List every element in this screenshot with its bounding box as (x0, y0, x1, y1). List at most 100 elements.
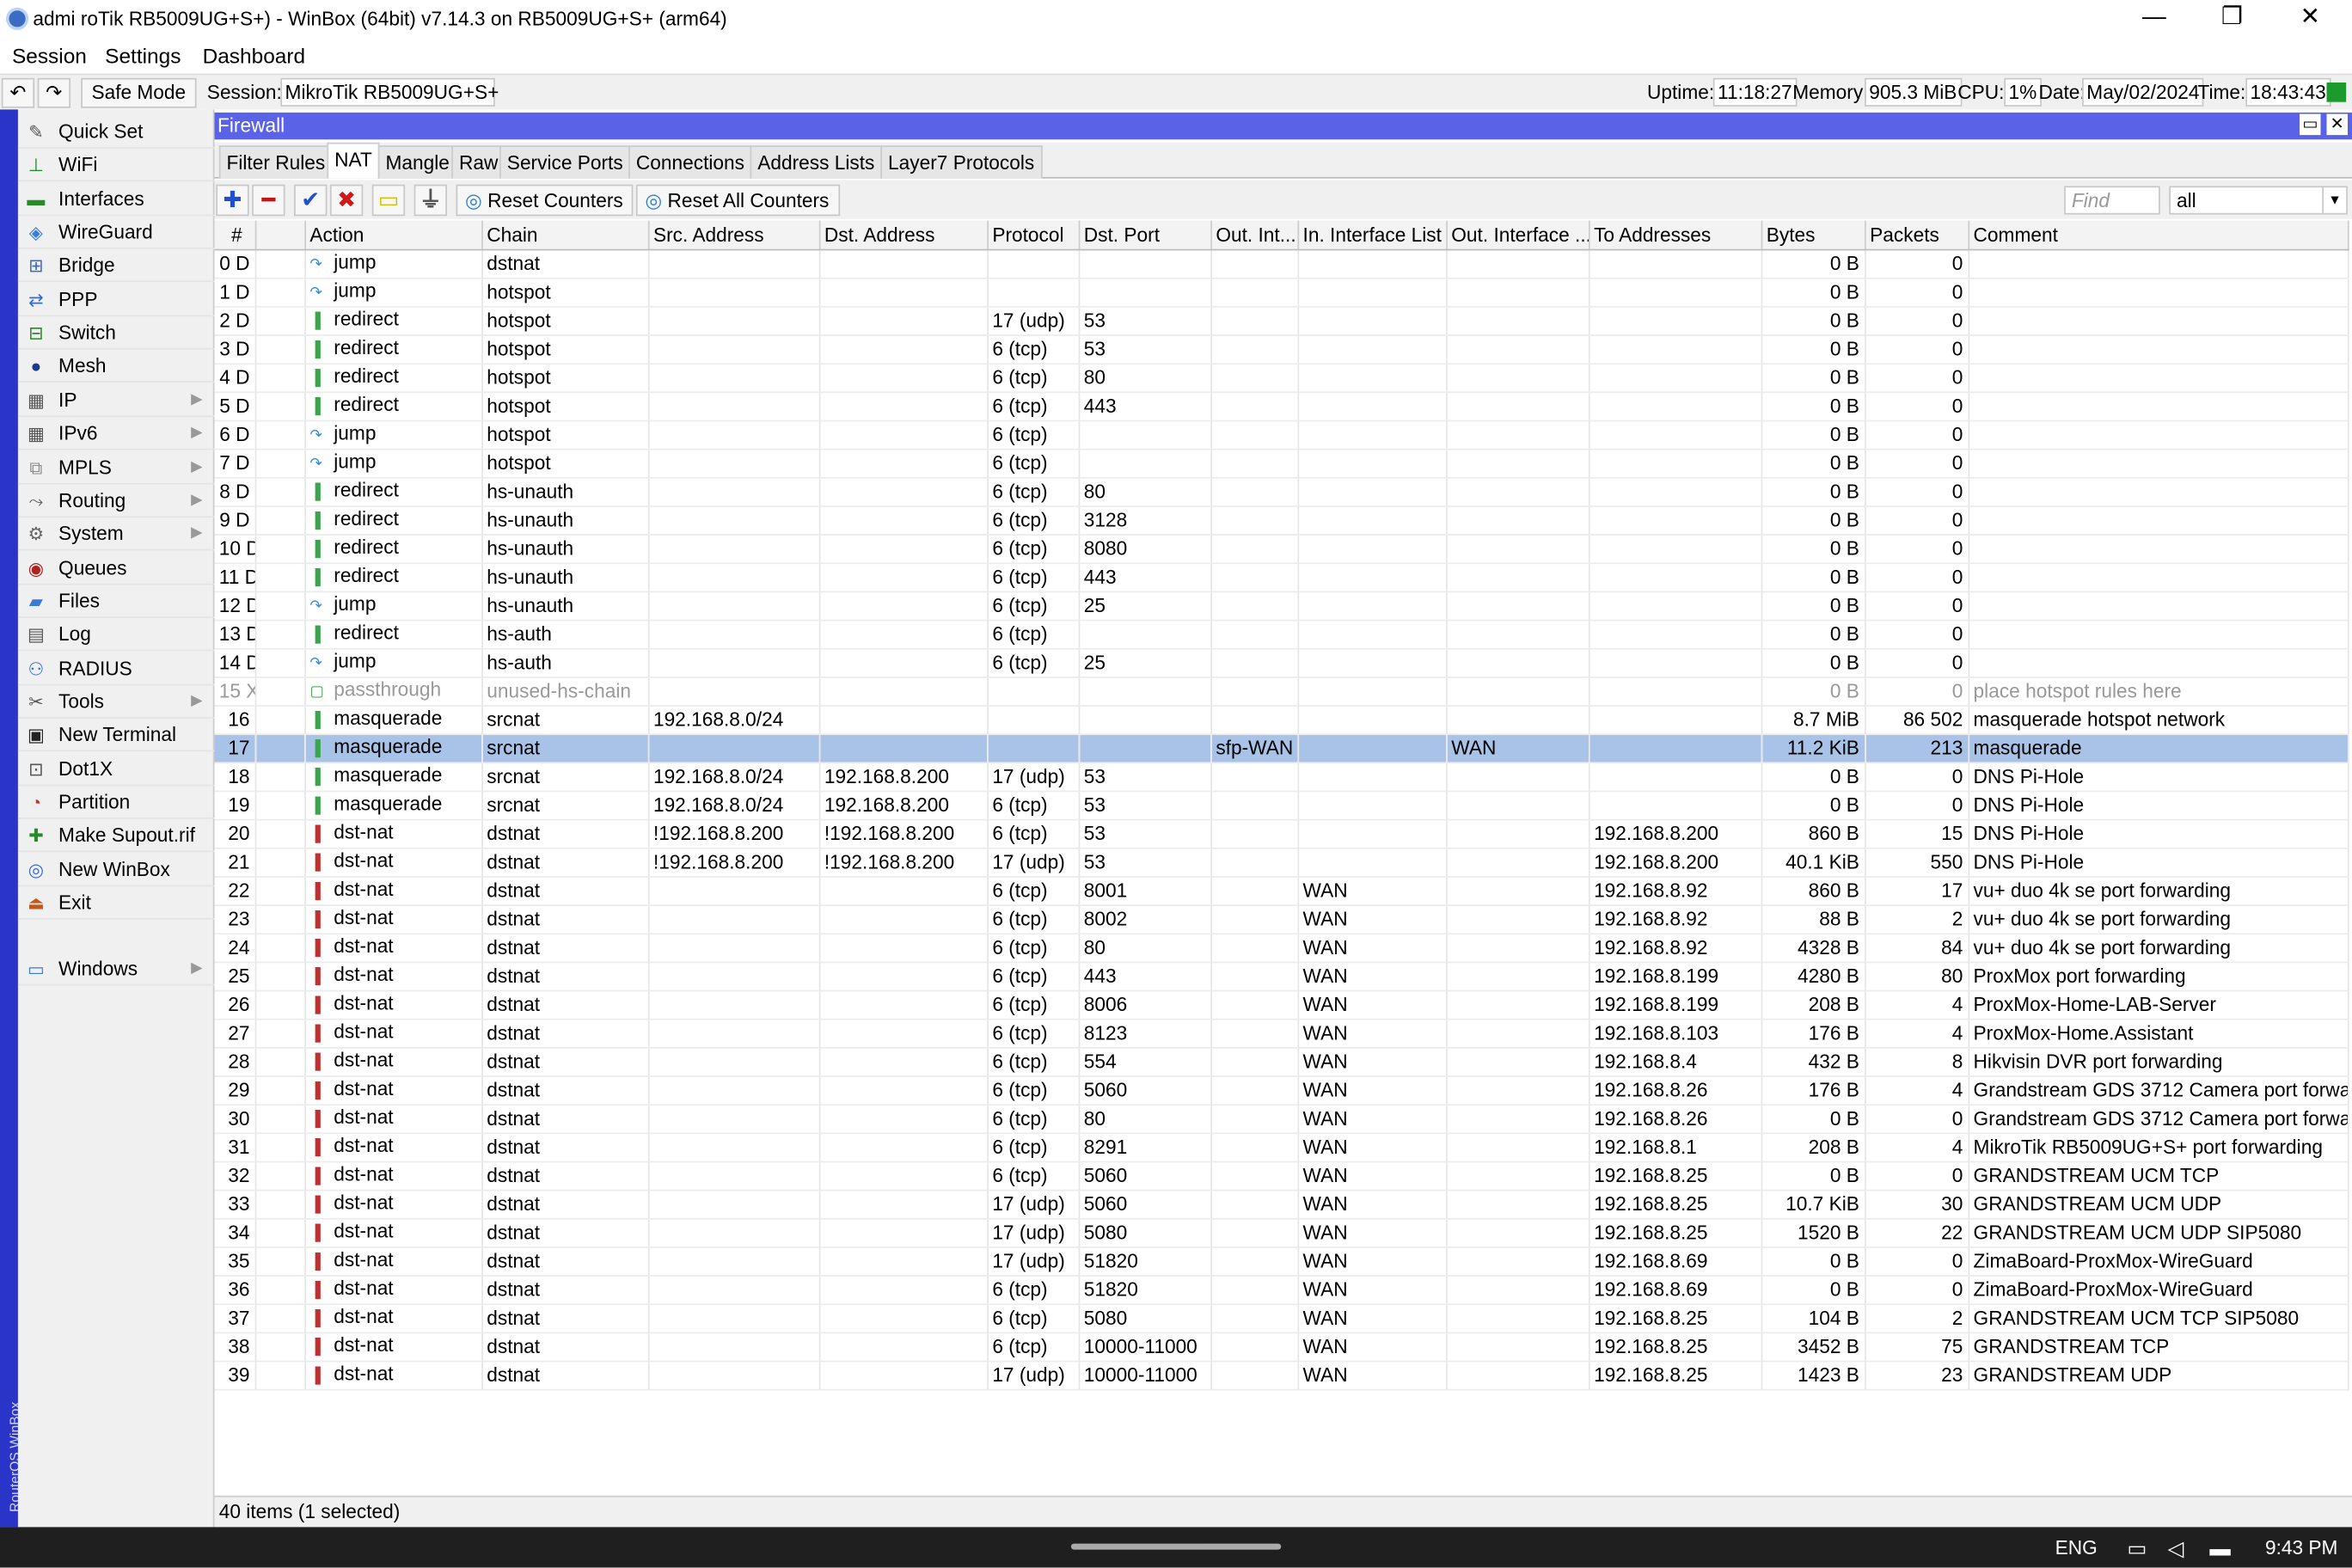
sidebar-item-ipv6[interactable]: ▦ IPv6 ▶ (17, 417, 215, 450)
table-row[interactable]: 13 D ▐ redirect hs-auth 6 (tcp) 0 B0 (214, 619, 2349, 649)
table-row[interactable]: 34 ▐ dst-nat dstnat 17 (udp) 5080 WAN 192.168.8… (214, 1217, 2349, 1247)
column-header[interactable]: Dst. Address (818, 220, 989, 250)
sidebar-item-ip[interactable]: ▦ IP ▶ (17, 383, 215, 417)
table-row[interactable]: 39 ▐ dst-nat dstnat 17 (udp) 10000-11000 WAN 19… (214, 1360, 2349, 1390)
table-row[interactable]: 30 ▐ dst-nat dstnat 6 (tcp) 80 WAN 192.168.8.26… (214, 1104, 2349, 1134)
table-row[interactable]: 27 ▐ dst-nat dstnat 6 (tcp) 8123 WAN 192.168.8.… (214, 1018, 2349, 1048)
sidebar-item-new-winbox[interactable]: ◎ New WinBox (17, 853, 215, 886)
table-row[interactable]: 7 D ↷ jump hotspot 6 (tcp) 0 B0 (214, 448, 2349, 478)
table-row[interactable]: 14 D ↷ jump hs-auth 6 (tcp)25 0 B0 (214, 647, 2349, 677)
column-header[interactable]: Out. Interface ... (1446, 220, 1589, 250)
comment-button[interactable]: ▭ (371, 184, 406, 217)
sidebar-item-system[interactable]: ⚙ System ▶ (17, 518, 215, 551)
taskbar-handle[interactable] (1070, 1543, 1282, 1550)
column-header[interactable]: To Addresses (1588, 220, 1762, 250)
sidebar-item-radius[interactable]: ⚇ RADIUS (17, 652, 215, 685)
sidebar-item-bridge[interactable]: ⊞ Bridge (17, 249, 215, 283)
disable-rule-button[interactable]: ✖ (329, 184, 364, 217)
table-row[interactable]: 10 D ▐ redirect hs-unauth 6 (tcp)8080 0 B0 (214, 534, 2349, 564)
firewall-close-button[interactable]: ✕ (2326, 113, 2348, 136)
tab-address-lists[interactable]: Address Lists (750, 145, 883, 179)
sidebar-item-windows[interactable]: ▭ Windows ▶ (17, 952, 215, 986)
table-row[interactable]: 32 ▐ dst-nat dstnat 6 (tcp) 5060 WAN 192.168.8.… (214, 1161, 2349, 1191)
table-row[interactable]: 35 ▐ dst-nat dstnat 17 (udp) 51820 WAN 192.168.… (214, 1246, 2349, 1277)
column-header[interactable]: Dst. Port (1078, 220, 1212, 250)
table-row[interactable]: 8 D ▐ redirect hs-unauth 6 (tcp) 80 0 B0 (214, 476, 2349, 506)
add-rule-button[interactable]: ✚ (216, 184, 249, 217)
table-row[interactable]: 25 ▐ dst-nat dstnat 6 (tcp) 443 WAN 192.168.8.1… (214, 961, 2349, 991)
table-row[interactable]: 12 D ↷ jump hs-unauth 6 (tcp)25 0 B0 (214, 591, 2349, 621)
volume-icon[interactable]: ◁ (2168, 1536, 2184, 1562)
enable-rule-button[interactable]: ✔ (294, 184, 328, 217)
table-row[interactable]: 16 ▐ masquerade srcnat 192.168.8.0/24 8.7 MiB… (214, 705, 2349, 735)
table-row[interactable]: 31 ▐ dst-nat dstnat 6 (tcp) 8291 WAN 192.168.8.… (214, 1132, 2349, 1162)
column-header[interactable]: Out. Int... (1210, 220, 1299, 250)
table-row[interactable]: 3 D ▐ redirect hotspot 6 (tcp) 53 0 B0 (214, 334, 2349, 364)
tab-raw[interactable]: Raw (451, 145, 506, 179)
column-header[interactable]: Action (304, 220, 483, 250)
sidebar-item-quick-set[interactable]: ✎ Quick Set (17, 115, 215, 149)
maximize-button[interactable]: ❐ (2193, 0, 2271, 39)
table-row[interactable]: 21 ▐ dst-nat dstnat !192.168.8.200 !192.168.8… (214, 847, 2349, 877)
menu-dashboard[interactable]: Dashboard (203, 44, 306, 68)
menu-session[interactable]: Session (12, 44, 87, 68)
sidebar-item-exit[interactable]: ⏏ Exit (17, 886, 215, 920)
table-row[interactable]: 23 ▐ dst-nat dstnat 6 (tcp) 8002 WAN 192.168.8.… (214, 904, 2349, 934)
undo-button[interactable]: ↶ (1, 77, 35, 108)
sidebar-item-new-terminal[interactable]: ▣ New Terminal (17, 719, 215, 752)
sidebar-item-routing[interactable]: ⤳ Routing ▶ (17, 484, 215, 518)
table-row[interactable]: 0 D ↷ jump dstnat 0 B0 (214, 248, 2349, 279)
column-header[interactable]: Packets (1865, 220, 1969, 250)
table-row[interactable]: 15 X ▢ passthrough unused-hs-chain 0 B0place… (214, 676, 2349, 707)
sidebar-item-partition[interactable]: ◔ Partition (17, 786, 215, 819)
sidebar-item-files[interactable]: ▰ Files (17, 585, 215, 618)
firewall-maximize-button[interactable]: ▭ (2300, 113, 2321, 136)
battery-icon[interactable]: ▬ (2209, 1536, 2230, 1560)
menu-settings[interactable]: Settings (105, 44, 181, 68)
table-row[interactable]: 2 D ▐ redirect hotspot 17 (udp) 53 0 B0 (214, 305, 2349, 336)
tab-service-ports[interactable]: Service Ports (499, 145, 631, 179)
sidebar-item-mpls[interactable]: ⧉ MPLS ▶ (17, 450, 215, 484)
table-row[interactable]: 36 ▐ dst-nat dstnat 6 (tcp) 51820 WAN 192.168.8… (214, 1275, 2349, 1305)
table-row[interactable]: 4 D ▐ redirect hotspot 6 (tcp) 80 0 B0 (214, 363, 2349, 393)
table-row[interactable]: 28 ▐ dst-nat dstnat 6 (tcp) 554 WAN 192.168.8.4… (214, 1047, 2349, 1077)
tab-connections[interactable]: Connections (628, 145, 752, 179)
table-row[interactable]: 26 ▐ dst-nat dstnat 6 (tcp) 8006 WAN 192.168.8.… (214, 989, 2349, 1020)
sidebar-item-mesh[interactable]: ● Mesh (17, 350, 215, 383)
reset-all-counters-button[interactable]: ◎ Reset All Counters (635, 184, 840, 217)
sidebar-item-dot1x[interactable]: ⊡ Dot1X (17, 752, 215, 786)
table-row[interactable]: 1 D ↷ jump hotspot 0 B0 (214, 277, 2349, 307)
table-row[interactable]: 9 D ▐ redirect hs-unauth 6 (tcp) 3128 0 B0 (214, 505, 2349, 536)
table-row[interactable]: 6 D ↷ jump hotspot 6 (tcp) 0 B0 (214, 420, 2349, 450)
remove-rule-button[interactable]: ━ (252, 184, 285, 217)
find-input[interactable]: Find (2064, 186, 2160, 215)
table-row[interactable]: 17 ▐ masquerade srcnat sfp-WAN WAN 11.2 KiB 213… (214, 733, 2349, 763)
filter-button[interactable]: ⏚ (413, 184, 448, 217)
table-row[interactable]: 33 ▐ dst-nat dstnat 17 (udp) 5060 WAN 192.168.8… (214, 1189, 2349, 1219)
taskbar-clock[interactable]: 9:43 PM (2265, 1536, 2337, 1559)
table-row[interactable]: 19 ▐ masquerade srcnat 192.168.8.0/24 192.168… (214, 790, 2349, 820)
sidebar-item-wifi[interactable]: ⊥ WiFi (17, 149, 215, 182)
cast-icon[interactable]: ▭ (2127, 1536, 2147, 1562)
column-header[interactable]: Comment (1968, 220, 2349, 250)
table-row[interactable]: 37 ▐ dst-nat dstnat 6 (tcp) 5080 WAN 192.168.8.… (214, 1303, 2349, 1333)
tab-layer7-protocols[interactable]: Layer7 Protocols (880, 145, 1043, 179)
sidebar-item-wireguard[interactable]: ◈ WireGuard (17, 216, 215, 249)
sidebar-item-queues[interactable]: ◉ Queues (17, 551, 215, 585)
sidebar-item-tools[interactable]: ✂ Tools ▶ (17, 685, 215, 719)
sidebar-item-switch[interactable]: ⊟ Switch (17, 316, 215, 350)
table-row[interactable]: 5 D ▐ redirect hotspot 6 (tcp) 443 0 B0 (214, 391, 2349, 421)
filter-select[interactable]: all ▼ (2169, 186, 2348, 215)
sidebar-item-make-supout-rif[interactable]: ✚ Make Supout.rif (17, 819, 215, 853)
column-header[interactable]: Bytes (1761, 220, 1865, 250)
close-window-button[interactable]: ✕ (2271, 0, 2349, 39)
language-indicator[interactable]: ENG (2055, 1536, 2098, 1559)
table-row[interactable]: 18 ▐ masquerade srcnat 192.168.8.0/24 192.168… (214, 762, 2349, 792)
column-header[interactable]: Src. Address (647, 220, 820, 250)
column-header[interactable]: Protocol (987, 220, 1080, 250)
table-row[interactable]: 11 D ▐ redirect hs-unauth 6 (tcp) 443 0 B0 (214, 562, 2349, 592)
safe-mode-button[interactable]: Safe Mode (81, 77, 197, 108)
column-header[interactable]: # (214, 220, 256, 250)
sidebar-item-ppp[interactable]: ⇄ PPP (17, 283, 215, 316)
sidebar-item-interfaces[interactable]: ▬ Interfaces (17, 182, 215, 216)
